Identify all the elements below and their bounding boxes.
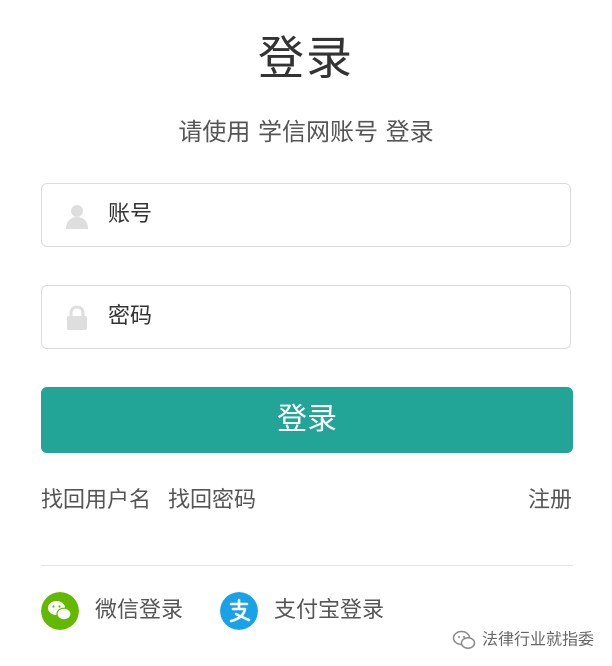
alipay-login-label: 支付宝登录 xyxy=(274,598,385,623)
password-field[interactable]: 密码 xyxy=(41,285,571,349)
wechat-icon xyxy=(41,592,79,630)
wechat-login-label: 微信登录 xyxy=(95,598,184,623)
watermark: 法律行业就指委 xyxy=(452,626,594,652)
alipay-icon xyxy=(220,592,258,630)
login-button[interactable]: 登录 xyxy=(41,387,573,453)
watermark-text: 法律行业就指委 xyxy=(481,629,594,649)
find-password-link[interactable]: 找回密码 xyxy=(168,482,256,514)
account-placeholder: 账号 xyxy=(108,202,153,227)
login-subtitle: 请使用 学信网账号 登录 xyxy=(178,118,434,146)
wechat-official-icon xyxy=(452,630,476,649)
account-field[interactable]: 账号 xyxy=(41,183,571,247)
register-link[interactable]: 注册 xyxy=(528,482,572,514)
password-placeholder: 密码 xyxy=(108,304,153,329)
page-title: 登录 xyxy=(258,31,354,85)
user-icon xyxy=(66,205,88,229)
divider xyxy=(41,565,573,566)
lock-icon xyxy=(67,305,87,330)
find-username-link[interactable]: 找回用户名 xyxy=(41,482,151,514)
